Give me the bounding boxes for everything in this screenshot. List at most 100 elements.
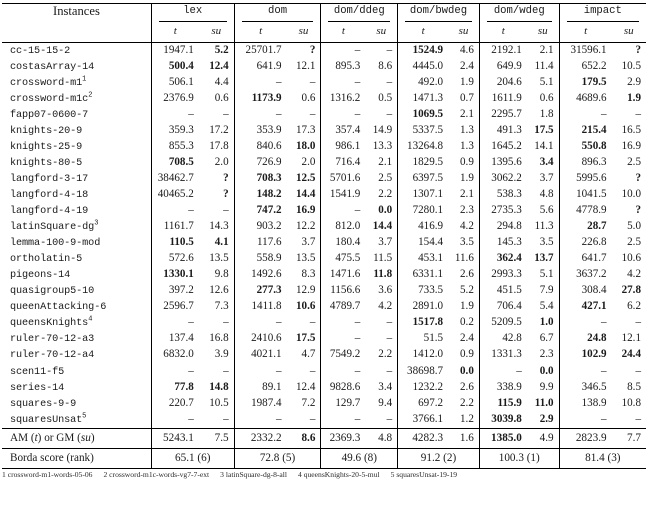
- cell-dom-bwdeg-su: 2.4: [460, 59, 474, 72]
- cell-impact-t: 4689.6: [558, 90, 612, 107]
- table-row: cc-15-15-2 1947.1 5.2 25701.7? – –1524.9 4.6 21…: [2, 41, 646, 59]
- cell-lex-su: 12.6: [209, 284, 229, 297]
- instance-label: latinSquare-dg: [10, 222, 95, 234]
- summary-cell-dom-t: 2332.2: [233, 427, 287, 449]
- cell-dom-bwdeg-su: 0.2: [460, 316, 474, 329]
- instance-name: quasigroup5-10: [2, 283, 151, 299]
- footnote-item: 5 squaresUnsat-19-19: [390, 469, 458, 479]
- summary-cell-dom-bwdeg-t: 4282.3: [397, 427, 449, 449]
- borda-row: Borda score (rank) 65.1 (6) 72.8 (5) 49.…: [2, 447, 646, 468]
- cell-dom-su: 13.5: [296, 252, 316, 265]
- cell-impact-t: 896.3: [558, 154, 612, 171]
- cell-impact-su: ?: [635, 171, 641, 184]
- cell-dom-wdeg-su: 1.0: [539, 316, 554, 329]
- table-row: lemma-100-9-mod 110.5 4.1 117.6 3.7 180.4 3.7 1…: [2, 235, 646, 252]
- summary-cell-lex-t: 5243.1: [150, 427, 199, 449]
- cell-impact-su: 12.1: [621, 332, 641, 345]
- cell-impact-su: 10.6: [621, 252, 641, 265]
- cell-lex-t: 708.5: [150, 154, 199, 171]
- table-row: ruler-70-12-a3 137.4 16.8 2410.6 17.5– –51.5 2…: [2, 331, 646, 348]
- cell-impact-su: 1.9: [627, 91, 641, 104]
- cell-lex-su: 4.1: [214, 236, 229, 249]
- cell-impact-t: 31596.1: [558, 41, 612, 59]
- footnote-item: 3 latinSquare-dg-8-all: [220, 469, 287, 479]
- cell-dom-t: 840.6: [233, 138, 287, 155]
- cell-lex-t: –: [150, 106, 199, 123]
- cell-dom-su: –: [309, 412, 316, 425]
- instance-name: series-14: [2, 380, 151, 396]
- subheader-dom-bwdeg-t: t: [397, 23, 449, 43]
- cell-dom-su: 17.5: [296, 332, 316, 345]
- borda-value-dom-wdeg: 100.3 (1): [478, 447, 560, 468]
- cell-dom-su: 7.2: [301, 396, 316, 409]
- group-label-impact: impact: [566, 4, 639, 22]
- cell-impact-su: –: [635, 107, 641, 120]
- cell-impact-t: –: [558, 363, 612, 380]
- cell-dom-wdeg-t: 3062.2: [478, 170, 527, 188]
- cell-dom-bwdeg-t: 1307.1: [397, 187, 449, 204]
- summary-label-mid: ) or GM (: [37, 431, 81, 444]
- cell-dom-ddeg-t: 5701.6: [320, 170, 366, 188]
- cell-dom-bwdeg-t: 13264.8: [397, 138, 449, 155]
- subheader-dom-t: t: [233, 23, 287, 43]
- footnote-item: 2 crossword-m1c-words-vg7-7-ext: [103, 469, 210, 479]
- cell-dom-bwdeg-t: 733.5: [397, 283, 449, 300]
- table-row: fapp07-0600-7– – – – – –1069.5 2.1 2295.7 1.8– –: [2, 106, 646, 123]
- cell-dom-bwdeg-t: 1069.5: [397, 106, 449, 123]
- instance-name: ortholatin-5: [2, 251, 151, 267]
- cell-impact-t: –: [558, 315, 612, 332]
- instance-label: lemma-100-9-mod: [10, 238, 101, 250]
- table-row: squares-9-9 220.7 10.5 1987.4 7.2 129.7 9.4 697…: [2, 395, 646, 412]
- footnote-marker: 4: [88, 316, 93, 324]
- cell-dom-t: 1492.6: [233, 267, 287, 284]
- cell-dom-wdeg-t: –: [478, 363, 527, 380]
- cell-lex-su: –: [223, 412, 229, 425]
- subheader-dom-bwdeg-su: su: [458, 24, 469, 37]
- cell-dom-su: 4.7: [301, 348, 316, 361]
- cell-lex-t: 855.3: [150, 138, 199, 155]
- table-footer: AM (t) or GM (su) 5243.1 7.5 2332.2 8.6 2369…: [2, 427, 646, 468]
- table-row: queenAttacking-6 2596.7 7.3 1411.8 10.6 4789.…: [2, 299, 646, 316]
- cell-dom-ddeg-su: –: [386, 107, 393, 120]
- cell-dom-su: 10.6: [296, 300, 316, 313]
- cell-dom-wdeg-su: 0.6: [539, 91, 554, 104]
- cell-lex-su: 5.2: [198, 41, 235, 59]
- cell-dom-ddeg-su: 9.4: [378, 396, 393, 409]
- table-row: latinSquare-dg3 1161.7 14.3 903.2 12.2 812.0 1…: [2, 219, 646, 236]
- cell-lex-t: 6832.0: [150, 347, 199, 364]
- cell-dom-wdeg-t: 451.5: [478, 283, 527, 300]
- cell-dom-ddeg-su: –: [386, 412, 393, 425]
- cell-dom-bwdeg-su: 1.3: [460, 123, 474, 136]
- instance-name: queensKnights4: [2, 315, 151, 331]
- instance-name: crossword-m11: [2, 75, 151, 91]
- cell-dom-su: 12.9: [296, 284, 316, 297]
- cell-dom-wdeg-su: 2.1: [526, 41, 560, 59]
- cell-impact-su: –: [635, 412, 641, 425]
- summary-label-su: su: [80, 431, 91, 444]
- cell-dom-wdeg-t: 538.3: [478, 187, 527, 204]
- cell-dom-ddeg-t: 9828.6: [320, 379, 366, 396]
- cell-dom-t: 747.2: [233, 203, 287, 220]
- cell-dom-wdeg-su: 11.4: [534, 59, 554, 72]
- cell-dom-wdeg-t: 204.6: [478, 74, 527, 91]
- cell-dom-wdeg-t: 1645.2: [478, 138, 527, 155]
- instance-name: langford-4-18: [2, 187, 151, 203]
- cell-lex-t: 1947.1: [150, 41, 199, 59]
- cell-dom-ddeg-t: –: [320, 41, 366, 59]
- instance-label: knights-80-5: [10, 157, 83, 169]
- cell-dom-ddeg-su: 2.2: [378, 348, 393, 361]
- cell-dom-ddeg-t: 812.0: [320, 219, 366, 236]
- subheader-dom-ddeg-t: t: [320, 23, 366, 43]
- instance-name: latinSquare-dg3: [2, 219, 151, 235]
- cell-dom-ddeg-su: 0.0: [378, 204, 393, 217]
- cell-dom-wdeg-t: 338.9: [478, 379, 527, 396]
- instance-name: ruler-70-12-a4: [2, 347, 151, 363]
- cell-dom-ddeg-su: –: [386, 75, 393, 88]
- cell-dom-ddeg-su: 4.2: [378, 300, 393, 313]
- cell-lex-su: 14.3: [209, 220, 229, 233]
- cell-dom-ddeg-t: 1316.2: [320, 90, 366, 107]
- cell-impact-su: 16.5: [621, 123, 641, 136]
- cell-dom-su: 3.7: [301, 236, 316, 249]
- cell-dom-bwdeg-su: 2.1: [460, 188, 474, 201]
- table-row: knights-80-5 708.5 2.0 726.9 2.0 716.4 2.1 1829…: [2, 154, 646, 171]
